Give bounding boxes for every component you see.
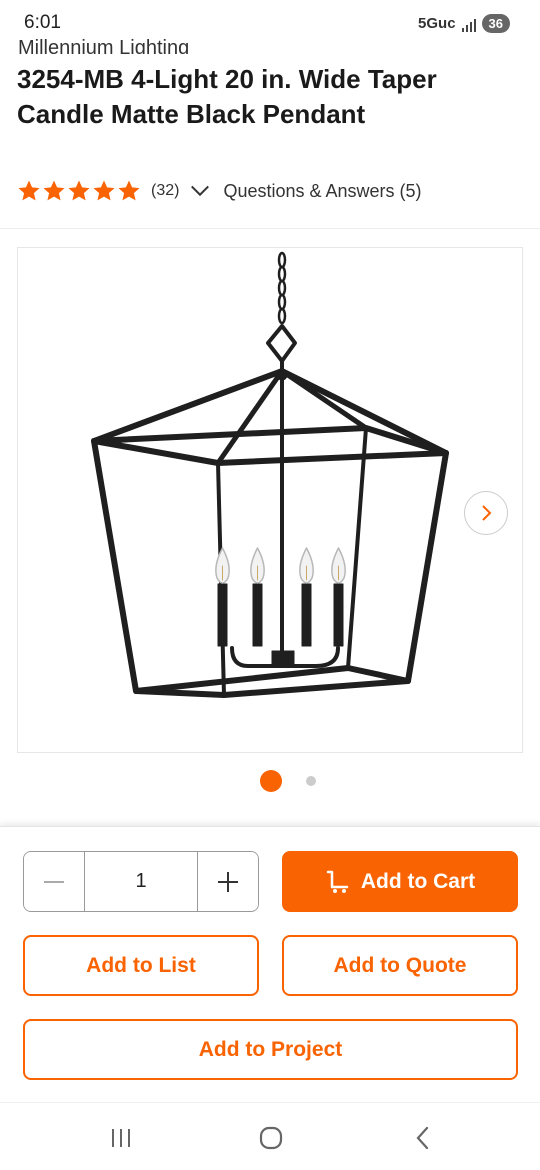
quantity-stepper: 1 [23, 851, 259, 912]
status-indicators: 5Guc 36 [418, 14, 510, 33]
battery-badge: 36 [481, 14, 510, 33]
pendant-lantern-image [91, 251, 449, 698]
add-to-quote-button[interactable]: Add to Quote [282, 935, 518, 996]
recents-icon [112, 1129, 130, 1147]
network-label: 5Guc [418, 15, 456, 32]
increase-quantity-button[interactable] [198, 852, 258, 911]
questions-answers-link[interactable]: Questions & Answers (5) [223, 181, 421, 202]
review-count[interactable]: (32) [151, 182, 179, 200]
star-icon [43, 180, 65, 201]
product-title: 3254-MB 4-Light 20 in. Wide Taper Candle… [17, 64, 437, 129]
chevron-down-icon[interactable] [189, 180, 211, 202]
home-button[interactable] [256, 1123, 286, 1153]
add-to-project-button[interactable]: Add to Project [23, 1019, 518, 1080]
section-divider [0, 228, 540, 229]
minus-icon [44, 880, 64, 883]
plus-icon [218, 871, 238, 892]
brand-name[interactable]: Millennium Lighting [18, 34, 189, 54]
recents-button[interactable] [106, 1123, 136, 1153]
carousel-dot[interactable] [306, 776, 316, 786]
quantity-input[interactable]: 1 [84, 852, 198, 911]
product-image-frame[interactable] [17, 247, 523, 753]
chevron-right-icon [482, 505, 492, 521]
star-icon [118, 180, 140, 201]
purchase-actions: 1 Add to Cart Add to List Add to Quote A… [0, 826, 540, 1102]
rating-stars [17, 179, 141, 203]
add-to-cart-label: Add to Cart [360, 869, 476, 893]
home-icon [259, 1126, 283, 1150]
add-to-cart-button[interactable]: Add to Cart [282, 851, 518, 912]
cart-icon [326, 870, 349, 893]
signal-icon [461, 16, 476, 32]
rating-row[interactable]: (32) Questions & Answers (5) [17, 178, 422, 204]
star-icon [68, 180, 90, 201]
system-nav-bar [0, 1102, 540, 1170]
decrease-quantity-button[interactable] [24, 852, 84, 911]
star-icon [18, 180, 40, 201]
next-image-button[interactable] [464, 491, 508, 535]
status-time: 6:01 [24, 12, 61, 33]
add-to-list-button[interactable]: Add to List [23, 935, 259, 996]
carousel-dot-active[interactable] [260, 770, 282, 792]
back-button[interactable] [408, 1123, 438, 1153]
carousel-dots [0, 768, 540, 794]
star-icon [93, 180, 115, 201]
back-icon [416, 1126, 429, 1150]
